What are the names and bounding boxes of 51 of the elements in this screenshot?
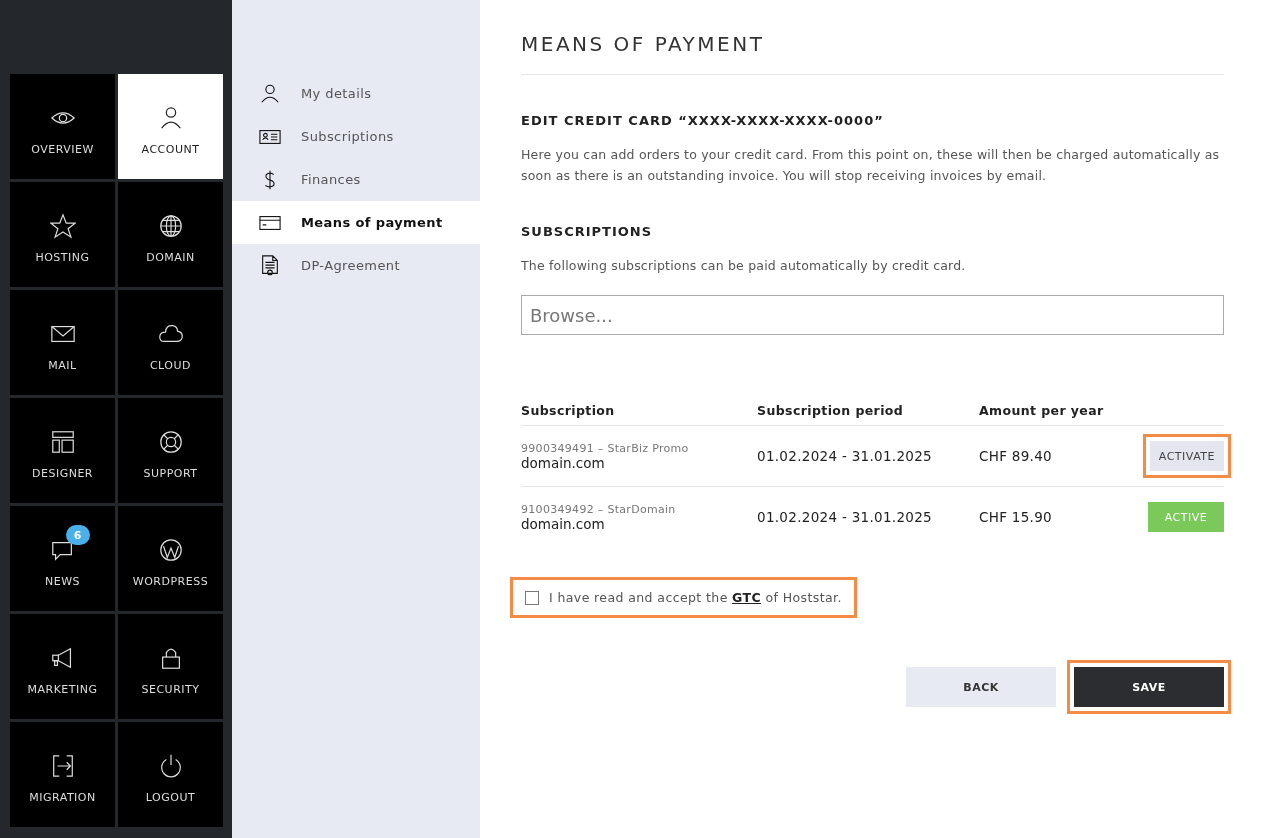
page-title: MEANS OF PAYMENT (521, 32, 1224, 75)
column-header: Amount per year (979, 402, 1105, 418)
notification-badge: 6 (65, 525, 90, 545)
subscription-id: 9100349492 – StarDomain (521, 502, 677, 516)
terms-label: I have read and accept the GTC of Hoststar. (549, 590, 842, 605)
nav-tile[interactable]: ACCOUNT (118, 74, 223, 179)
menu-item[interactable]: Finances (232, 158, 480, 201)
menu-item[interactable]: My details (232, 72, 480, 115)
section-heading: SUBSCRIPTIONS (521, 224, 654, 239)
search-field[interactable]: Browse... (521, 295, 1224, 335)
column-header: Subscription period (757, 402, 905, 418)
nav-tile[interactable]: HOSTING (10, 182, 115, 287)
nav-tile[interactable]: CLOUD (118, 290, 223, 395)
menu-item[interactable]: Subscriptions (232, 115, 480, 158)
table-cell-text: CHF 89.40 (979, 448, 1053, 464)
globe-icon (157, 213, 184, 239)
table-cell-text: CHF 15.90 (979, 509, 1053, 525)
nav-tile[interactable]: MAIL (10, 290, 115, 395)
nav-tile[interactable]: DESIGNER (10, 398, 115, 503)
status-label: ACTIVE (1148, 502, 1224, 532)
certificate-icon (259, 254, 281, 277)
activate-button[interactable]: ACTIVATE (1149, 441, 1224, 471)
nav-tile[interactable]: SECURITY (118, 614, 223, 719)
column-header: Subscription (521, 402, 616, 418)
subscription-id: 9900349491 – StarBiz Promo (521, 441, 690, 455)
description-text: Here you can add orders to your credit card. From this point on, these will then be charged automatically as soon as there is an outstanding invoice. You will stop receiving invoices by email. (521, 146, 1221, 185)
section-heading: EDIT CREDIT CARD “XXXX-XXXX-XXXX-0000” (521, 113, 885, 128)
nav-tile[interactable]: DOMAIN (118, 182, 223, 287)
nav-tile[interactable]: 6 NEWS (10, 506, 115, 611)
nav-tile[interactable]: LOGOUT (118, 722, 223, 827)
gtc-link[interactable]: GTC (732, 590, 762, 605)
nav-tile[interactable]: OVERVIEW (10, 74, 115, 179)
table-cell-text: 01.02.2024 - 31.01.2025 (757, 448, 933, 464)
menu-item[interactable]: DP-Agreement (232, 244, 480, 287)
wordpress-icon (157, 537, 184, 563)
table-cell-text: 01.02.2024 - 31.01.2025 (757, 509, 933, 525)
lifebuoy-icon (157, 429, 184, 455)
nav-tile[interactable]: WORDPRESS (118, 506, 223, 611)
nav-tile[interactable]: SUPPORT (118, 398, 223, 503)
domain-name: domain.com (521, 515, 606, 532)
domain-name: domain.com (521, 454, 606, 471)
menu-item[interactable]: Means of payment (232, 201, 480, 244)
description-text: The following subscriptions can be paid automatically by credit card. (521, 257, 967, 275)
save-button[interactable]: SAVE (1074, 667, 1224, 707)
nav-tile[interactable]: MARKETING (10, 614, 115, 719)
nav-tile[interactable]: MIGRATION (10, 722, 115, 827)
back-button[interactable]: BACK (906, 667, 1056, 707)
layout-icon (49, 429, 76, 455)
person-icon (259, 82, 281, 105)
star-icon (49, 213, 76, 239)
checkbox[interactable] (525, 590, 539, 605)
